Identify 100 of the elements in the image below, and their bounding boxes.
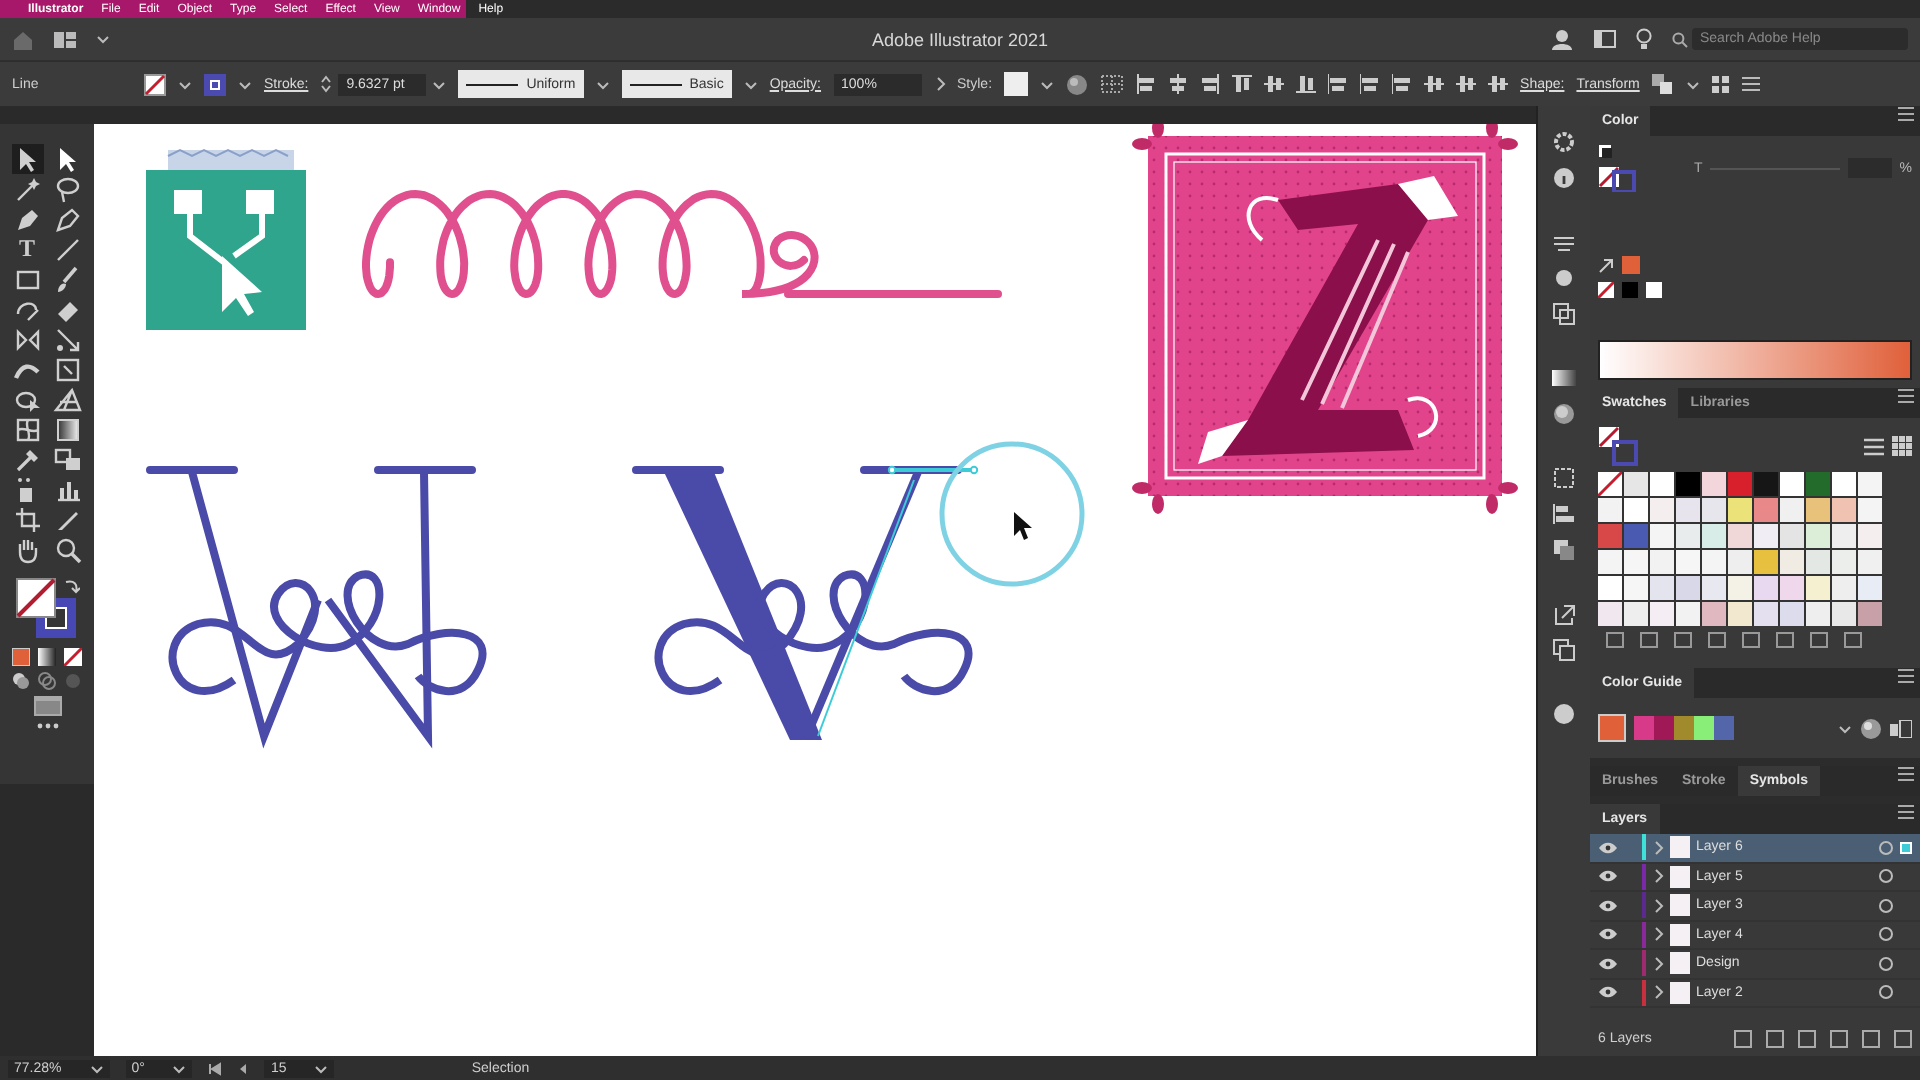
color-swatch[interactable] xyxy=(1754,498,1778,522)
color-swatch[interactable] xyxy=(1624,602,1648,626)
mesh-icon[interactable] xyxy=(11,414,43,444)
first-page-icon[interactable] xyxy=(208,1061,223,1075)
draw-behind-icon[interactable] xyxy=(38,672,56,690)
color-swatch[interactable] xyxy=(1624,524,1648,548)
lasso-icon[interactable] xyxy=(51,174,83,204)
workspace-icon[interactable] xyxy=(54,31,76,47)
swatch-group-icon[interactable] xyxy=(1890,719,1912,737)
color-swatch[interactable] xyxy=(1832,602,1856,626)
color-swatch[interactable] xyxy=(1754,602,1778,626)
eye-icon[interactable] xyxy=(1598,986,1618,999)
stepper-icon[interactable] xyxy=(320,74,333,94)
panel-menu-icon[interactable] xyxy=(1892,766,1920,782)
harmony-swatch[interactable] xyxy=(1694,716,1714,740)
color-swatch[interactable] xyxy=(1806,472,1830,496)
artboard-icon[interactable] xyxy=(11,504,43,534)
pathfinder-icon[interactable] xyxy=(1552,538,1576,562)
isolate-icon[interactable] xyxy=(1711,75,1730,93)
color-swatch[interactable] xyxy=(1598,602,1622,626)
none-mode-icon[interactable] xyxy=(64,648,82,666)
color-swatch[interactable] xyxy=(1702,602,1726,626)
color-swatch[interactable] xyxy=(1650,472,1674,496)
eye-icon[interactable] xyxy=(1598,928,1618,941)
align-bottom-icon[interactable] xyxy=(1296,74,1317,94)
panel-menu-icon[interactable] xyxy=(1892,388,1920,404)
perspective-grid-icon[interactable] xyxy=(51,384,83,414)
align-icon[interactable] xyxy=(1552,502,1576,526)
align-left-icon[interactable] xyxy=(1136,74,1157,94)
draw-normal-icon[interactable] xyxy=(12,672,30,690)
align-center-icon[interactable] xyxy=(1168,74,1189,94)
eye-icon[interactable] xyxy=(1598,957,1618,970)
caret-icon[interactable] xyxy=(743,77,758,91)
distribute-right-icon[interactable] xyxy=(1488,74,1509,94)
artboards-icon[interactable] xyxy=(1552,638,1576,662)
gradient-mode-icon[interactable] xyxy=(38,648,56,666)
color-swatch[interactable] xyxy=(1806,524,1830,548)
menu-icon[interactable] xyxy=(1741,76,1760,92)
color-swatch[interactable] xyxy=(1702,576,1726,600)
color-swatch[interactable] xyxy=(1832,472,1856,496)
arrange-icon[interactable] xyxy=(1651,74,1674,94)
eye-icon[interactable] xyxy=(1598,870,1618,883)
color-swatch[interactable] xyxy=(1650,550,1674,574)
screen-mode-icon[interactable] xyxy=(33,696,61,716)
stroke-swatch[interactable] xyxy=(204,73,226,95)
transform-box-icon[interactable] xyxy=(1552,466,1576,490)
color-swatch[interactable] xyxy=(1858,602,1882,626)
panel-icon[interactable] xyxy=(1594,30,1616,48)
color-swatch[interactable] xyxy=(1780,576,1804,600)
free-transform-icon[interactable] xyxy=(51,354,83,384)
none-swatch[interactable] xyxy=(1598,472,1622,496)
panel-menu-icon[interactable] xyxy=(1892,106,1920,122)
caret-icon[interactable] xyxy=(595,77,610,91)
color-swatch[interactable] xyxy=(1806,550,1830,574)
color-swatch[interactable] xyxy=(1650,524,1674,548)
caret-icon[interactable] xyxy=(1838,721,1852,735)
color-swatch[interactable] xyxy=(1598,576,1622,600)
color-swatch[interactable] xyxy=(1676,498,1700,522)
color-swatch[interactable] xyxy=(1728,498,1752,522)
color-swatch[interactable] xyxy=(1702,472,1726,496)
gradient-icon[interactable] xyxy=(51,414,83,444)
caret-icon[interactable] xyxy=(89,1061,104,1075)
swatch[interactable] xyxy=(1646,282,1662,298)
color-swatch[interactable] xyxy=(1728,550,1752,574)
color-swatch[interactable] xyxy=(1624,576,1648,600)
color-swatch[interactable] xyxy=(1832,550,1856,574)
color-swatch[interactable] xyxy=(1676,576,1700,600)
panel-menu-icon[interactable] xyxy=(1892,668,1920,684)
color-swatch[interactable] xyxy=(1624,550,1648,574)
color-swatch[interactable] xyxy=(1650,602,1674,626)
eye-icon[interactable] xyxy=(1598,899,1618,912)
transform-icon[interactable] xyxy=(1552,302,1576,326)
color-swatch[interactable] xyxy=(1650,498,1674,522)
none-swatch[interactable] xyxy=(1598,282,1614,298)
color-swatch[interactable] xyxy=(1676,524,1700,548)
color-swatch[interactable] xyxy=(1754,576,1778,600)
gamut-swatch[interactable] xyxy=(1622,256,1640,274)
distribute-bottom-icon[interactable] xyxy=(1392,74,1413,94)
caret-icon[interactable] xyxy=(432,77,447,91)
color-swatch[interactable] xyxy=(1754,550,1778,574)
globe-icon[interactable] xyxy=(1066,73,1089,95)
color-swatch[interactable] xyxy=(1806,602,1830,626)
distribute-left-icon[interactable] xyxy=(1424,74,1445,94)
align-right-icon[interactable] xyxy=(1200,74,1221,94)
base-color-swatch[interactable] xyxy=(1598,714,1626,742)
color-swatch[interactable] xyxy=(1676,472,1700,496)
style-swatch[interactable] xyxy=(1004,72,1029,96)
color-swatch[interactable] xyxy=(1624,472,1648,496)
color-swatch[interactable] xyxy=(1728,602,1752,626)
color-swatch[interactable] xyxy=(1858,576,1882,600)
align-middle-icon[interactable] xyxy=(1264,74,1285,94)
color-swatch[interactable] xyxy=(1624,498,1648,522)
swap-arrow-icon[interactable] xyxy=(63,578,79,594)
info-icon[interactable] xyxy=(1552,166,1576,190)
color-swatch[interactable] xyxy=(1832,524,1856,548)
color-spectrum[interactable] xyxy=(1598,340,1912,380)
caret-icon[interactable] xyxy=(1040,77,1055,91)
color-swatch[interactable] xyxy=(1676,550,1700,574)
caret-icon[interactable] xyxy=(1685,77,1700,91)
list-view-icon[interactable] xyxy=(1864,437,1884,455)
